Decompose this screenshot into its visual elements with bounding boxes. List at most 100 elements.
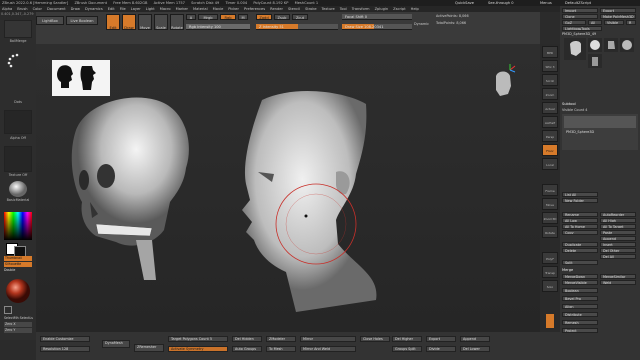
local-button[interactable]: Local	[542, 158, 558, 170]
persp-button[interactable]: Persp	[542, 130, 558, 142]
red-material-sphere-icon[interactable]	[4, 278, 32, 304]
menu-alpha[interactable]: Alpha	[2, 7, 12, 11]
tool-thumbnails[interactable]	[564, 38, 636, 78]
focal-shift-slider[interactable]: Focal Shift 0	[342, 14, 412, 20]
duplicate-button[interactable]: Duplicate	[562, 242, 598, 247]
del-other-button[interactable]: Del Other	[600, 248, 636, 253]
all-to-target-button[interactable]: All To Target	[600, 224, 636, 229]
auto-groups-button[interactable]: Auto Groups	[232, 346, 262, 352]
lightbox-button[interactable]: LightBox	[36, 16, 64, 25]
alpha-slot[interactable]	[4, 110, 32, 134]
menu-tool[interactable]: Tool	[340, 7, 347, 11]
frame-button[interactable]: Frame	[542, 184, 558, 196]
menu-file[interactable]: File	[120, 7, 126, 11]
floor-button[interactable]: Floor	[542, 144, 558, 156]
export-button[interactable]: Export	[600, 8, 636, 13]
r-button[interactable]: R	[626, 20, 636, 25]
all-to-home-button[interactable]: All To Home	[562, 224, 598, 229]
menu-light[interactable]: Light	[146, 7, 155, 11]
menu-preferences[interactable]: Preferences	[244, 7, 265, 11]
thumbnail-toggle[interactable]: Thumbnail	[4, 256, 32, 261]
menu-material[interactable]: Material	[193, 7, 208, 11]
menu-draw[interactable]: Draw	[71, 7, 80, 11]
bpr-button[interactable]: BPR	[542, 46, 558, 58]
del-lower-button[interactable]: Del Lower	[460, 346, 490, 352]
mergesimilar-button[interactable]: MergeSimilar	[600, 274, 636, 279]
scale-button[interactable]: Scale	[154, 14, 168, 30]
all-button[interactable]: All	[588, 20, 602, 25]
double-toggle[interactable]: Double	[4, 268, 32, 273]
selmask-checkbox[interactable]	[4, 306, 12, 314]
list-all-button[interactable]: List All	[562, 192, 598, 197]
a-button[interactable]: A	[186, 14, 196, 20]
copy-button[interactable]: Copy	[562, 230, 598, 235]
texture-slot[interactable]	[4, 146, 32, 172]
weld-button[interactable]: Weld	[600, 280, 636, 285]
menu-marker[interactable]: Marker	[176, 7, 188, 11]
project-button[interactable]: Project	[562, 328, 598, 333]
split-button[interactable]: Split	[562, 260, 598, 265]
solo-button[interactable]: Solo	[542, 280, 558, 292]
close-holes-button[interactable]: Close Holes	[360, 336, 390, 342]
live-boolean-button[interactable]: Live Boolean	[66, 16, 98, 25]
zadd-button[interactable]: Zadd	[256, 14, 272, 20]
menu-stencil[interactable]: Stencil	[288, 7, 300, 11]
all-low-button[interactable]: All Low	[562, 218, 598, 223]
xpose-marker[interactable]	[546, 314, 554, 328]
menu-dynamics[interactable]: Dynamics	[85, 7, 103, 11]
mergedown-button[interactable]: MergeDown	[562, 274, 598, 279]
canvas-viewport[interactable]	[36, 44, 540, 332]
color-picker-shade[interactable]	[4, 212, 32, 240]
menu-document[interactable]: Document	[47, 7, 66, 11]
append-button-bottom[interactable]: Append	[460, 336, 490, 342]
orientation-head-icon[interactable]	[488, 64, 518, 104]
menu-macro[interactable]: Macro	[160, 7, 171, 11]
activate-symmetry-button[interactable]: Activate Symmetry	[168, 346, 228, 352]
dynamic-toggle[interactable]: Dynamic	[414, 22, 429, 26]
enable-customize-button[interactable]: Enable Customize	[40, 336, 90, 342]
to-mesh-button[interactable]: To Mesh	[266, 346, 296, 352]
zsub-button[interactable]: Zsub	[274, 14, 290, 20]
menu-brush[interactable]: Brush	[17, 7, 27, 11]
del-higher-button[interactable]: Del Higher	[392, 336, 422, 342]
rgb-button[interactable]: Rgb	[220, 14, 236, 20]
del-hidden-button[interactable]: Del Hidden	[232, 336, 262, 342]
menu-picker[interactable]: Picker	[228, 7, 239, 11]
draw-button[interactable]: Draw	[122, 14, 136, 30]
mirror-and-weld-button[interactable]: Mirror And Weld	[300, 346, 356, 352]
clone-button[interactable]: Clone	[562, 14, 598, 19]
zmodeler-button[interactable]: ZModeler	[266, 336, 296, 342]
aahalf-button[interactable]: AAHalf	[542, 116, 558, 128]
menu-help[interactable]: Help	[411, 7, 419, 11]
menu-stroke[interactable]: Stroke	[305, 7, 316, 11]
all-high-button[interactable]: All High	[600, 218, 636, 223]
resolution-slider[interactable]: Resolution 128	[40, 346, 90, 352]
menu-render[interactable]: Render	[270, 7, 283, 11]
del-all-button[interactable]: Del All	[600, 254, 636, 259]
subtool-list[interactable]: PM3D_Sphere3D	[562, 114, 638, 150]
rotate-button[interactable]: Rotate	[170, 14, 184, 30]
actual-button[interactable]: Actual	[542, 102, 558, 114]
mergevisible-button[interactable]: MergeVisible	[562, 280, 598, 285]
merge-header[interactable]: Merge	[562, 268, 573, 272]
zero-y-button[interactable]: Zero Y	[4, 328, 32, 333]
scroll-button[interactable]: Scroll	[542, 74, 558, 86]
zcut-button[interactable]: Zcut	[292, 14, 308, 20]
rotate-view-button[interactable]: Rotate	[542, 226, 558, 238]
groups-split-button[interactable]: Groups Split	[392, 346, 422, 352]
goz-button[interactable]: GoZ	[562, 20, 586, 25]
menu-layer[interactable]: Layer	[131, 7, 141, 11]
new-folder-button[interactable]: New Folder	[562, 198, 598, 203]
menu-zplugin[interactable]: Zplugin	[375, 7, 389, 11]
z-intensity-slider[interactable]: Z Intensity 51	[256, 24, 338, 30]
import-button[interactable]: Import	[562, 8, 598, 13]
delete-button[interactable]: Delete	[562, 248, 598, 253]
transp-button[interactable]: Transp	[542, 266, 558, 278]
mrgb-button[interactable]: Mrgb	[198, 14, 218, 20]
stroke-dots-icon[interactable]	[4, 52, 32, 70]
rgb-intensity-slider[interactable]: Rgb Intensity 100	[186, 24, 250, 30]
export-button-bottom[interactable]: Export	[426, 336, 456, 342]
spix-button[interactable]: SPix 3	[542, 60, 558, 72]
lightbox-tools-button[interactable]: Lightbox▸Tools	[562, 26, 602, 31]
subtool-row-active[interactable]	[564, 116, 636, 128]
